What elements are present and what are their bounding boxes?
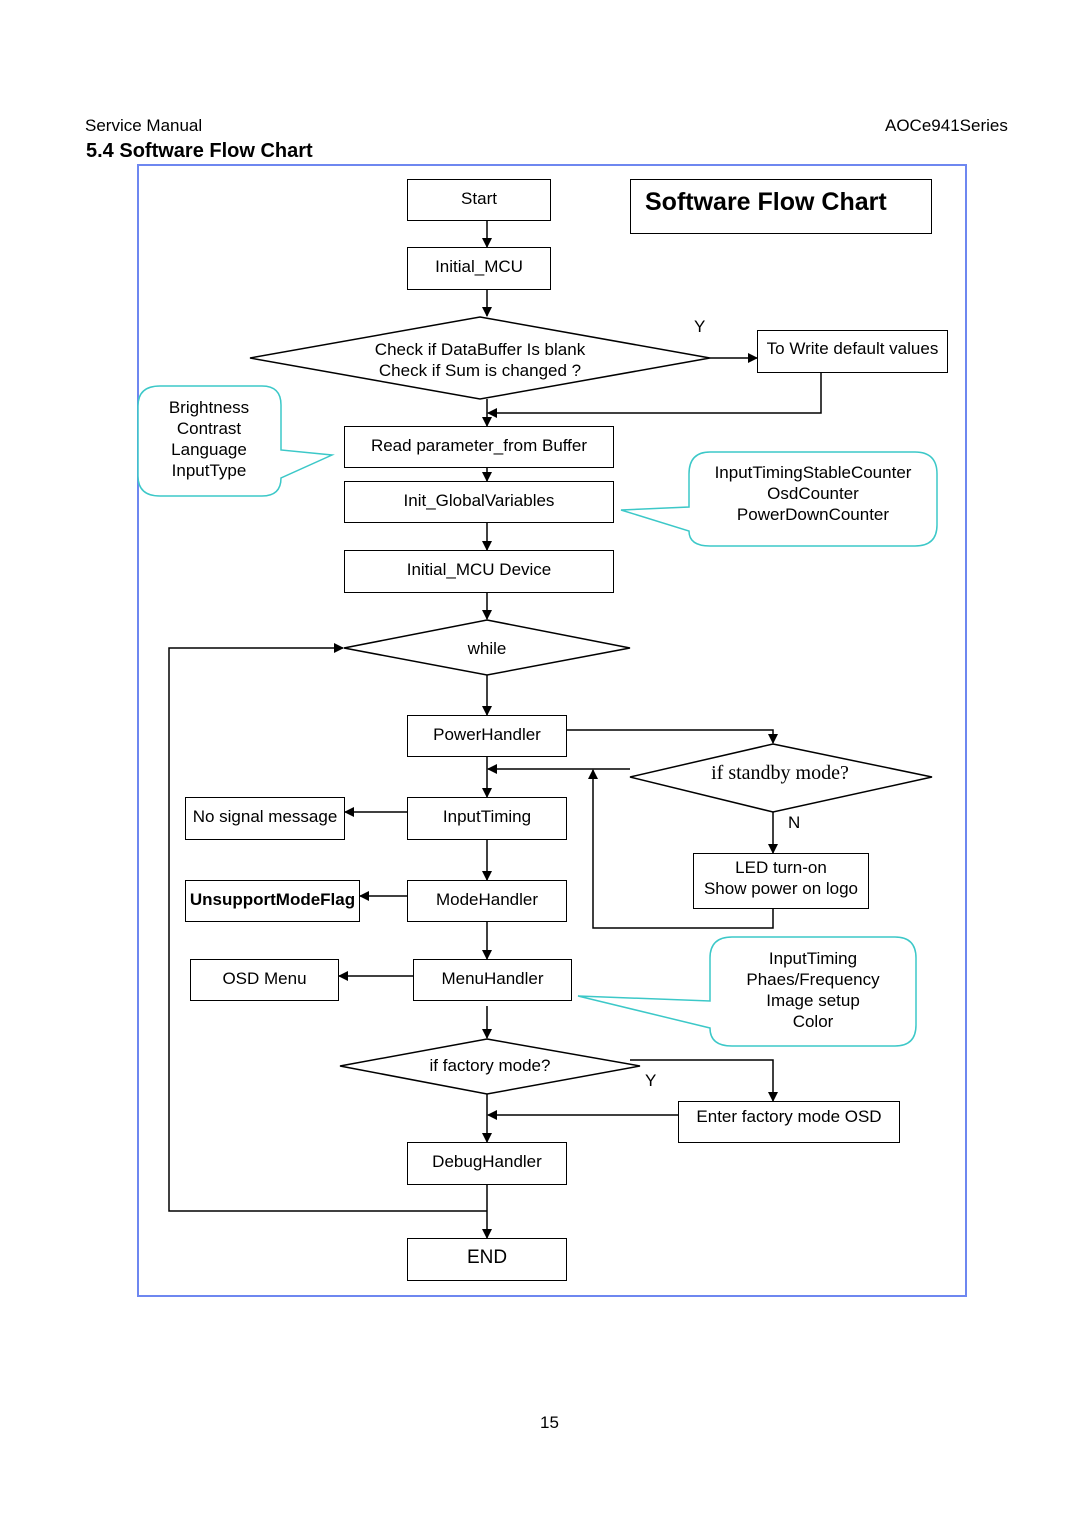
callout-buffer-params: Brightness Contrast Language InputType [149, 397, 269, 481]
decision-standby-label: if standby mode? [711, 762, 849, 784]
node-led-logo-line1: LED turn-on [735, 858, 827, 877]
callout-buffer-param: Language [171, 440, 247, 459]
callout-buffer-param: Contrast [176, 419, 242, 438]
node-start: Start [407, 179, 551, 221]
decision-check-buffer-line2: Check if Sum is changed ? [378, 361, 582, 380]
node-initial-mcu-device: Initial_MCU Device [344, 550, 614, 593]
callout-menu-item: InputTiming [768, 949, 858, 968]
node-write-defaults: To Write default values [757, 330, 948, 373]
node-end: END [407, 1238, 567, 1281]
node-led-logo-line2: Show power on logo [703, 879, 859, 898]
decision-factory-label: if factory mode? [429, 1056, 551, 1075]
callout-menu-item: Image setup [766, 991, 860, 1010]
page-number: 15 [540, 1413, 559, 1432]
callout-global-var: PowerDownCounter [736, 505, 890, 524]
node-initial-mcu: Initial_MCU [407, 247, 551, 290]
node-input-timing: InputTiming [407, 797, 567, 840]
callout-global-var: OsdCounter [767, 484, 859, 503]
decision-while-label: while [467, 639, 507, 658]
node-menu-handler: MenuHandler [413, 959, 572, 1001]
arrow-power-to-standby [567, 729, 778, 744]
node-mode-handler: ModeHandler [407, 880, 567, 922]
callout-buffer-param: Brightness [168, 398, 250, 417]
callout-menu-items: InputTiming Phaes/Frequency Image setup … [713, 948, 913, 1032]
callout-global-var: InputTimingStableCounter [714, 463, 912, 482]
branch-label-check-yes: Y [694, 317, 706, 336]
callout-buffer-param: InputType [171, 461, 247, 480]
branch-label-factory-yes: Y [645, 1071, 657, 1090]
node-enter-factory-osd: Enter factory mode OSD [678, 1101, 900, 1143]
callout-menu-item: Phaes/Frequency [746, 970, 880, 989]
branch-label-standby-no: N [788, 813, 801, 832]
callout-global-vars: InputTimingStableCounter OsdCounter Powe… [693, 462, 933, 525]
decision-check-buffer-line1: Check if DataBuffer Is blank [374, 340, 586, 359]
node-power-handler: PowerHandler [407, 715, 567, 757]
node-read-parameter: Read parameter_from Buffer [344, 426, 614, 468]
node-unsupport-mode-flag: UnsupportModeFlag [185, 880, 360, 922]
node-no-signal-message: No signal message [185, 797, 345, 840]
chart-title: Software Flow Chart [630, 179, 932, 234]
callout-menu-item: Color [792, 1012, 834, 1031]
node-init-global-variables: Init_GlobalVariables [344, 481, 614, 523]
node-osd-menu: OSD Menu [190, 959, 339, 1001]
node-debug-handler: DebugHandler [407, 1142, 567, 1185]
node-led-logo: LED turn-on Show power on logo [693, 853, 869, 909]
